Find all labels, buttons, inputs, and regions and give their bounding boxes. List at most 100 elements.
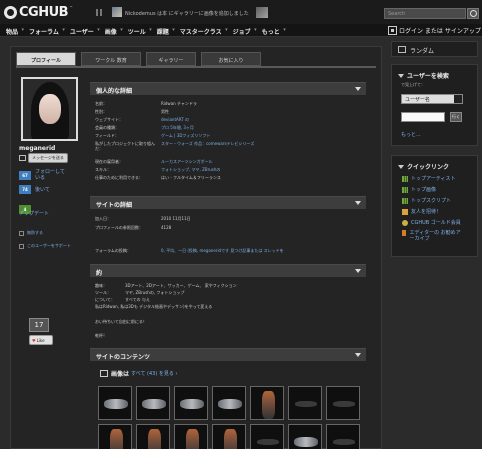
gallery-heading: 画像は すべて (43) を見る › (100, 369, 178, 378)
tab-works[interactable]: ワークル 数育 (81, 52, 141, 66)
gallery-thumbnail[interactable] (288, 386, 322, 420)
row-key: 名前： (95, 101, 107, 106)
quick-link-editors-picks[interactable]: エディターの お勧めアーカイブ (402, 230, 462, 242)
nav-item-forums[interactable]: フォーラム (25, 27, 66, 36)
gallery-thumbnail[interactable] (98, 386, 132, 420)
cghub-logo[interactable]: CGHUB ™ (4, 5, 88, 20)
field-link[interactable]: ゲーム | 3Dフィズリソフト (161, 133, 210, 138)
cheers-text: 乾杯！ (95, 333, 107, 338)
row-key: 仕事のために利用できる： (95, 175, 143, 180)
collapse-arrow-icon (355, 201, 361, 205)
quick-link-label: エディターの お勧めアーカイブ (409, 230, 461, 242)
membership-link[interactable]: プロ 5年間, 3ヶ月 (161, 125, 194, 130)
site-content-title: サイトのコンテンツ (96, 354, 151, 361)
logo-gear-icon (4, 6, 17, 19)
employer-link[interactable]: ルーカスアーツシンガポール (161, 159, 213, 164)
forum-posts-link[interactable]: 0, 平均、一日 (投稿, meganeridです 見つけ記事または スレッドを (161, 248, 284, 253)
nav-item-images[interactable]: 画像 (101, 27, 124, 36)
gallery-thumbnail[interactable] (174, 424, 208, 449)
quick-link-gold-member[interactable]: CGHUB ゴールド会員 (402, 219, 461, 226)
collapse-arrow-icon (355, 269, 361, 273)
view-all-images-link[interactable]: すべて (43) を見る › (131, 370, 177, 377)
projects-link[interactable]: スター・ウォーズ 作品：comewarsテレビシリーズ (161, 141, 254, 146)
updates-stat[interactable]: 4 アップデート (19, 201, 49, 217)
search-input[interactable]: Search (384, 8, 466, 19)
gallery-thumbnail[interactable] (174, 386, 208, 420)
site-details-header[interactable]: サイトの詳細 (90, 196, 366, 209)
nav-item-users[interactable]: ユーザー (66, 27, 101, 36)
logo-text: CGHUB (19, 5, 69, 20)
envelope-icon (19, 155, 26, 161)
gallery-thumbnail[interactable] (98, 424, 132, 449)
gallery-thumbnail[interactable] (326, 424, 360, 449)
nav-item-products[interactable]: 物品 (2, 27, 25, 36)
news-user-avatar[interactable] (112, 7, 122, 17)
website-link[interactable]: deviantART の (161, 117, 189, 122)
gallery-thumbnail[interactable] (136, 424, 170, 449)
news-ticker-text[interactable]: Nickodemus は本 にギャラリーに画像を追加しました (125, 10, 249, 17)
search-more-link[interactable]: もっと... (401, 131, 421, 138)
row-key: 現在の雇用者： (95, 159, 123, 164)
nav-item-masterclass[interactable]: マスタークラス (176, 27, 229, 36)
block-user-label: 無防する (27, 230, 43, 235)
gallery-thumbnail[interactable] (250, 386, 284, 420)
user-search-input[interactable] (401, 112, 445, 122)
followers-stat[interactable]: 74 後いて (19, 185, 50, 194)
quick-link-label: トップアーティスト (411, 176, 456, 182)
gallery-thumbnail[interactable] (250, 424, 284, 449)
row-value: はい - フルタイム＆フリーランス (161, 175, 221, 180)
nav-item-challenges[interactable]: 課題 (153, 27, 176, 36)
main-nav: 物品 フォーラム ユーザー 画像 ツール 課題 マスタークラス ジョブ もっと … (0, 24, 482, 37)
skills-link[interactable]: フォトショップ, マヤ, ZBrushの (161, 167, 220, 172)
login-signup-link[interactable]: ログイン または サインアップ！ (388, 26, 482, 35)
search-go-button[interactable]: 行く (450, 112, 462, 122)
block-icon (19, 230, 24, 236)
chart-icon (402, 175, 408, 182)
nav-item-jobs[interactable]: ジョブ (229, 27, 258, 36)
quick-link-top-images[interactable]: トップ画像 (402, 186, 436, 193)
quick-link-invite-friends[interactable]: 友人を招待！ (402, 208, 441, 215)
site-content-header[interactable]: サイトのコンテンツ (90, 348, 366, 361)
report-user-link[interactable]: このユーザーをサポート (19, 243, 79, 249)
following-label: フォローしている (35, 169, 65, 181)
personal-details-header[interactable]: 個人的な詳細 (90, 82, 366, 95)
following-stat[interactable]: 67 フォローしている (19, 169, 69, 181)
editor-icon (402, 230, 407, 236)
quick-links-box: クイックリンク トップアーティスト トップ画像 トップスクリプト 友人を招待！ … (391, 155, 478, 257)
gallery-label: 画像は (111, 371, 130, 378)
send-message-button[interactable]: メッセージを送る (19, 153, 68, 163)
quick-link-top-scripts[interactable]: トップスクリプト (402, 197, 451, 204)
row-key: フィールド： (95, 133, 119, 138)
quick-links-header[interactable]: クイックリンク (398, 162, 449, 171)
about-header[interactable]: 約 (90, 264, 366, 277)
gallery-thumbnail[interactable] (288, 424, 322, 449)
block-user-link[interactable]: 無防する (19, 230, 43, 236)
search-by-label: で見上げて： (401, 82, 425, 87)
personal-details-title: 個人的な詳細 (96, 88, 133, 95)
search-icon[interactable] (467, 8, 479, 19)
quick-link-label: CGHUB ゴールド会員 (411, 220, 461, 226)
user-search-header[interactable]: ユーザーを検索 (398, 71, 449, 80)
news-pause-icon[interactable] (96, 9, 103, 16)
tab-favorites[interactable]: お気に入り (201, 52, 261, 66)
like-button[interactable]: ♥ Like (29, 335, 53, 345)
gallery-thumbnail[interactable] (212, 424, 246, 449)
random-user-button[interactable]: ランダム (391, 41, 478, 57)
site-details-title: サイトの詳細 (96, 202, 133, 209)
gallery-thumbnail[interactable] (212, 386, 246, 420)
tab-gallery[interactable]: ギャラリー (146, 52, 196, 66)
thanks-text: おい待ちいて自由に前にる！ (95, 319, 147, 324)
gallery-thumbnail[interactable] (136, 386, 170, 420)
updates-label: アップデート (19, 211, 50, 217)
row-value: すべての 与え (125, 297, 150, 302)
user-search-title: ユーザーを検索 (407, 73, 449, 80)
news-image-thumbnail[interactable] (256, 7, 268, 18)
nav-item-more[interactable]: もっと (258, 27, 287, 36)
nav-item-tools[interactable]: ツール (124, 27, 153, 36)
search-type-select[interactable]: ユーザー名 (401, 94, 463, 104)
gallery-thumbnail[interactable] (326, 386, 360, 420)
tab-profile[interactable]: プロフィール (16, 52, 76, 66)
avatar[interactable] (21, 77, 78, 141)
row-key: 性別： (95, 109, 107, 114)
quick-link-top-artists[interactable]: トップアーティスト (402, 175, 455, 182)
